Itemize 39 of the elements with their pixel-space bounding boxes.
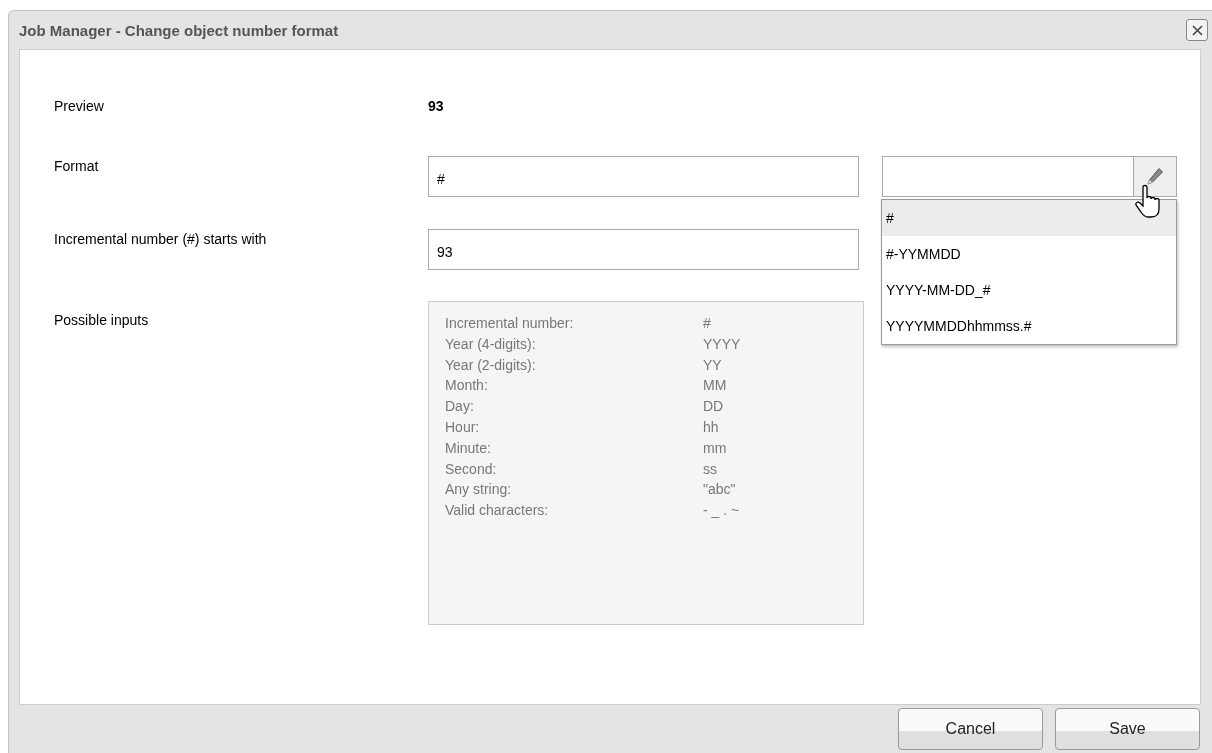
preview-value: 93	[428, 98, 444, 114]
pencil-icon	[1146, 166, 1164, 187]
input-name: Month:	[445, 377, 489, 396]
dropdown-option[interactable]: YYYYMMDDhhmmss.#	[882, 308, 1176, 344]
cancel-button[interactable]: Cancel	[898, 708, 1043, 750]
start-number-label: Incremental number (#) starts with	[54, 230, 268, 249]
input-name: Incremental number:	[445, 315, 575, 333]
input-code: "abc"	[703, 481, 736, 500]
input-name: Any string:	[445, 481, 513, 500]
format-field[interactable]: #	[428, 156, 859, 197]
input-code: MM	[703, 377, 727, 396]
input-code: #	[703, 315, 711, 333]
input-code: hh	[703, 419, 719, 437]
input-name: Year (2-digits):	[445, 356, 537, 375]
preview-label: Preview	[54, 98, 105, 114]
input-code: mm	[703, 439, 727, 458]
dropdown-option[interactable]: #	[882, 200, 1176, 236]
start-number-field[interactable]: 93	[428, 229, 859, 270]
input-name: Year (4-digits):	[445, 335, 537, 354]
save-button[interactable]: Save	[1055, 708, 1200, 750]
input-code: YY	[703, 356, 722, 375]
format-label: Format	[54, 157, 100, 174]
dropdown-option[interactable]: #-YYMMDD	[882, 236, 1176, 272]
window-title: Job Manager - Change object number format	[19, 21, 339, 39]
input-name: Hour:	[445, 419, 481, 437]
close-button[interactable]	[1186, 19, 1208, 41]
input-name: Second:	[445, 460, 498, 479]
input-code: YYYY	[703, 335, 741, 354]
template-field[interactable]	[882, 156, 1134, 197]
input-name: Minute:	[445, 439, 492, 458]
possible-inputs-label: Possible inputs	[54, 312, 150, 330]
edit-button[interactable]	[1134, 156, 1177, 197]
close-icon	[1191, 24, 1203, 36]
input-code: DD	[703, 398, 724, 417]
dropdown-option[interactable]: YYYY-MM-DD_#	[882, 272, 1176, 308]
input-code: ss	[703, 460, 717, 479]
input-code: - _ . ~	[703, 502, 740, 521]
input-name: Valid characters:	[445, 502, 550, 521]
input-name: Day:	[445, 398, 475, 417]
